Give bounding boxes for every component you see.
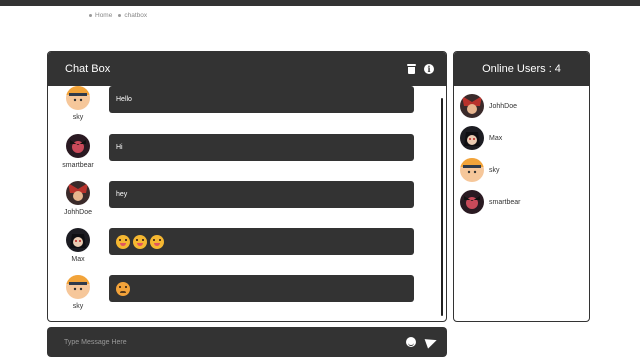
message-item: sky Hello bbox=[48, 86, 428, 130]
message-user: Max bbox=[56, 228, 100, 263]
red-hair-avatar bbox=[460, 94, 484, 118]
breadcrumb-current: chatbox bbox=[118, 12, 147, 19]
chat-title: Chat Box bbox=[65, 63, 111, 75]
message-user: sky bbox=[56, 86, 100, 121]
chat-box: Chat Box i sky Hello smartbear Hi JohhDo… bbox=[47, 51, 447, 322]
message-username: JohhDoe bbox=[63, 209, 93, 216]
message-text: Hello bbox=[116, 96, 132, 103]
message-input[interactable] bbox=[64, 338, 406, 346]
online-user-name: Max bbox=[489, 134, 503, 142]
message-item: JohhDoe hey bbox=[48, 177, 428, 225]
dark-anime-avatar bbox=[460, 190, 484, 214]
breadcrumb-current-label: chatbox bbox=[124, 12, 148, 19]
red-hair-avatar[interactable] bbox=[66, 181, 90, 205]
home-dot-icon bbox=[89, 13, 92, 17]
info-icon[interactable]: i bbox=[424, 64, 434, 74]
message-user: sky bbox=[56, 275, 100, 310]
angry-emoji-icon bbox=[116, 281, 130, 296]
message-item: Max bbox=[48, 224, 428, 272]
send-icon[interactable] bbox=[424, 335, 439, 349]
online-users-panel: Online Users : 4 JohhDoe Max sky smartbe… bbox=[453, 51, 590, 322]
online-user-item[interactable]: JohhDoe bbox=[460, 94, 517, 118]
itachi-avatar bbox=[460, 126, 484, 150]
dark-anime-avatar[interactable] bbox=[66, 134, 90, 158]
breadcrumb-home-label[interactable]: Home bbox=[95, 12, 112, 19]
online-user-item[interactable]: Max bbox=[460, 126, 502, 150]
top-bar bbox=[0, 0, 640, 6]
message-item: smartbear Hi bbox=[48, 130, 428, 178]
online-user-item[interactable]: sky bbox=[460, 158, 500, 182]
breadcrumb-home[interactable]: Home bbox=[89, 12, 112, 19]
naruto-avatar[interactable] bbox=[66, 86, 90, 110]
message-user: smartbear bbox=[56, 134, 100, 169]
message-list[interactable]: sky Hello smartbear Hi JohhDoe hey Max s… bbox=[48, 86, 446, 321]
online-user-name: smartbear bbox=[489, 198, 521, 206]
message-bubble: hey bbox=[109, 181, 414, 208]
chat-header: Chat Box i bbox=[48, 52, 446, 86]
message-composer bbox=[47, 327, 447, 357]
itachi-avatar[interactable] bbox=[66, 228, 90, 252]
message-bubble: Hello bbox=[109, 86, 414, 113]
message-user: JohhDoe bbox=[56, 181, 100, 216]
trash-icon[interactable] bbox=[407, 64, 416, 74]
emoji-picker-icon[interactable] bbox=[406, 337, 416, 347]
naruto-avatar bbox=[460, 158, 484, 182]
message-username: Max bbox=[71, 256, 85, 263]
online-users-title: Online Users : 4 bbox=[454, 52, 589, 86]
message-bubble bbox=[109, 228, 414, 255]
message-username: sky bbox=[72, 303, 84, 310]
message-scrollbar[interactable] bbox=[441, 98, 443, 316]
current-dot-icon bbox=[118, 13, 122, 17]
online-user-name: JohhDoe bbox=[489, 102, 518, 110]
naruto-avatar[interactable] bbox=[66, 275, 90, 299]
message-item: sky bbox=[48, 271, 428, 319]
tongue-emoji-icon bbox=[150, 234, 164, 249]
message-bubble bbox=[109, 275, 414, 302]
tongue-emoji-icon bbox=[116, 234, 130, 249]
breadcrumb: Home chatbox bbox=[89, 12, 147, 19]
tongue-emoji-icon bbox=[133, 234, 147, 249]
chat-header-actions: i bbox=[407, 64, 434, 74]
message-text: Hi bbox=[116, 144, 123, 151]
message-username: sky bbox=[72, 114, 84, 121]
online-user-item[interactable]: smartbear bbox=[460, 190, 521, 214]
online-user-name: sky bbox=[489, 166, 500, 174]
message-bubble: Hi bbox=[109, 134, 414, 161]
message-text: hey bbox=[116, 191, 128, 198]
message-username: smartbear bbox=[62, 162, 94, 169]
